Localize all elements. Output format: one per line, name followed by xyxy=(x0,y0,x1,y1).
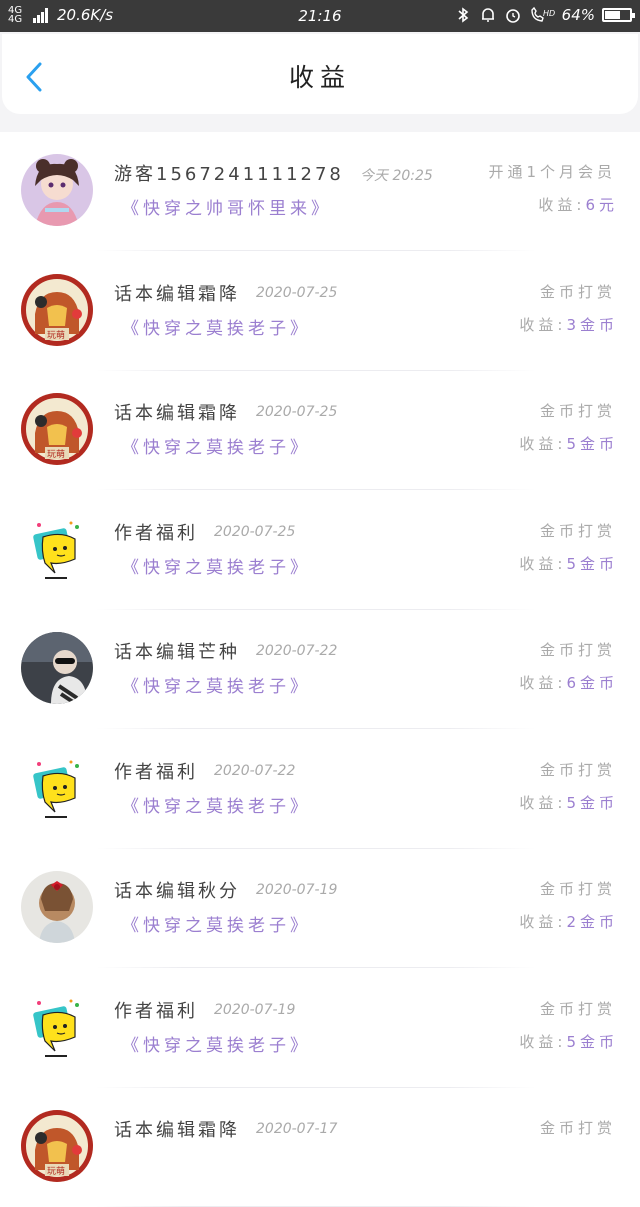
book-title-link[interactable]: 《快穿之莫挨老子》 xyxy=(122,792,311,817)
girl-photo-avatar[interactable] xyxy=(21,871,93,943)
book-title-link[interactable]: 《快穿之莫挨老子》 xyxy=(122,1031,311,1056)
transaction-type: 金币打赏 xyxy=(539,999,616,1018)
income-value: 收益:5金币 xyxy=(519,1031,618,1052)
income-value: 收益:5金币 xyxy=(519,433,618,454)
income-value: 收益:6元 xyxy=(538,194,618,215)
svg-text:玩萌: 玩萌 xyxy=(47,329,65,341)
battery-icon xyxy=(602,8,635,22)
page-title: 收益 xyxy=(288,63,351,92)
timestamp: 2020-07-25 xyxy=(214,523,296,540)
transaction-type: 金币打赏 xyxy=(539,641,616,659)
transaction-type: 开通1个月会员 xyxy=(488,163,616,181)
income-amount: 3金币 xyxy=(566,315,618,334)
cartoon-avatar[interactable]: 玩萌 xyxy=(21,393,93,465)
chat-bubble-avatar[interactable] xyxy=(21,751,93,824)
timestamp: 2020-07-19 xyxy=(214,1001,296,1018)
transaction-type: 金币打赏 xyxy=(539,521,616,540)
income-list-item[interactable]: 游客1567241111278 今天 20:25 《快穿之帅哥怀里来》 开通1个月会员… xyxy=(0,132,640,251)
income-amount: 5金币 xyxy=(566,793,618,812)
user-name: 话本编辑霜降 xyxy=(114,403,240,424)
income-amount: 5金币 xyxy=(566,435,618,453)
income-list-item[interactable]: 话本编辑芒种 2020-07-22 《快穿之莫挨老子》 金币打赏收益:6金币 xyxy=(0,610,640,729)
user-name: 话本编辑霜降 xyxy=(114,283,240,305)
chat-bubble-avatar[interactable] xyxy=(21,990,93,1063)
timestamp: 2020-07-22 xyxy=(214,762,296,779)
income-value: 收益:2金币 xyxy=(519,911,618,932)
chat-bubble-avatar[interactable] xyxy=(21,512,93,585)
cartoon-avatar[interactable]: 玩萌 xyxy=(21,1110,93,1182)
transaction-type: 金币打赏 xyxy=(539,760,616,779)
status-bar: 4G 4G 20.6K/s 21:16 HD 64% xyxy=(0,0,640,32)
cartoon-avatar[interactable]: 玩萌 xyxy=(21,273,93,346)
book-title-link[interactable]: 《快穿之莫挨老子》 xyxy=(122,553,311,578)
book-title-link[interactable]: 《快穿之莫挨老子》 xyxy=(122,911,311,936)
income-list-item[interactable]: 作者福利 2020-07-19 《快穿之莫挨老子》 金币打赏收益:5金币 xyxy=(0,969,640,1088)
user-name: 作者福利 xyxy=(114,1000,198,1022)
user-name: 话本编辑霜降 xyxy=(114,1120,240,1141)
transaction-type: 金币打赏 xyxy=(539,880,616,898)
user-name: 话本编辑秋分 xyxy=(114,881,240,902)
bell-icon xyxy=(481,8,494,22)
income-value: 收益:5金币 xyxy=(519,553,618,574)
timestamp: 今天 20:25 xyxy=(360,168,433,184)
income-amount: 5金币 xyxy=(566,554,618,573)
timestamp: 2020-07-22 xyxy=(256,643,338,659)
income-label: 收益: xyxy=(519,1032,567,1051)
bluetooth-icon xyxy=(458,7,468,23)
photo-avatar[interactable] xyxy=(21,632,93,704)
book-title-link[interactable]: 《快穿之莫挨老子》 xyxy=(122,433,311,458)
income-list-item[interactable]: 话本编辑秋分 2020-07-19 《快穿之莫挨老子》 金币打赏收益:2金币 xyxy=(0,849,640,968)
income-list-item[interactable]: 玩萌 话本编辑霜降 2020-07-25 《快穿之莫挨老子》 金币打赏收益:3金币 xyxy=(0,252,640,371)
income-label: 收益: xyxy=(538,196,586,214)
user-name: 作者福利 xyxy=(114,761,198,783)
income-amount: 6金币 xyxy=(566,674,618,692)
income-label: 收益: xyxy=(519,554,567,573)
income-label: 收益: xyxy=(519,674,567,692)
income-list: 游客1567241111278 今天 20:25 《快穿之帅哥怀里来》 开通1个月会员… xyxy=(0,132,640,1207)
timestamp: 2020-07-19 xyxy=(256,882,338,898)
user-name: 话本编辑芒种 xyxy=(114,642,240,663)
income-label: 收益: xyxy=(519,793,567,812)
income-list-item[interactable]: 作者福利 2020-07-22 《快穿之莫挨老子》 金币打赏收益:5金币 xyxy=(0,730,640,849)
anime-girl-avatar[interactable] xyxy=(21,154,93,226)
svg-text:玩萌: 玩萌 xyxy=(47,1165,65,1177)
timestamp: 2020-07-25 xyxy=(256,284,338,301)
income-value: 收益:5金币 xyxy=(519,792,618,813)
transaction-type: 金币打赏 xyxy=(539,402,616,420)
income-amount: 5金币 xyxy=(566,1032,618,1051)
battery-percent: 64% xyxy=(561,6,595,24)
transaction-type: 金币打赏 xyxy=(539,1119,616,1137)
hd-call-icon: HD xyxy=(530,6,555,22)
timestamp: 2020-07-25 xyxy=(256,404,338,420)
income-label: 收益: xyxy=(519,435,567,453)
svg-text:玩萌: 玩萌 xyxy=(47,448,65,460)
svg-text:HD: HD xyxy=(543,9,555,18)
book-title-link[interactable]: 《快穿之莫挨老子》 xyxy=(122,314,311,339)
timestamp: 2020-07-17 xyxy=(256,1121,338,1137)
income-value: 收益:6金币 xyxy=(519,672,618,693)
income-value: 收益:3金币 xyxy=(519,314,618,335)
income-list-item[interactable]: 玩萌 话本编辑霜降 2020-07-17 金币打赏 xyxy=(0,1088,640,1207)
transaction-type: 金币打赏 xyxy=(539,282,616,301)
income-list-item[interactable]: 玩萌 话本编辑霜降 2020-07-25 《快穿之莫挨老子》 金币打赏收益:5金币 xyxy=(0,371,640,490)
book-title-link[interactable]: 《快穿之莫挨老子》 xyxy=(122,672,311,697)
book-title-link[interactable]: 《快穿之帅哥怀里来》 xyxy=(122,194,332,219)
income-label: 收益: xyxy=(519,315,567,334)
income-label: 收益: xyxy=(519,913,567,931)
income-amount: 6元 xyxy=(585,196,618,214)
user-name: 作者福利 xyxy=(114,522,198,544)
income-amount: 2金币 xyxy=(566,913,618,931)
alarm-icon xyxy=(505,9,520,23)
user-name: 游客1567241111278 xyxy=(114,164,344,185)
income-list-item[interactable]: 作者福利 2020-07-25 《快穿之莫挨老子》 金币打赏收益:5金币 xyxy=(0,491,640,610)
